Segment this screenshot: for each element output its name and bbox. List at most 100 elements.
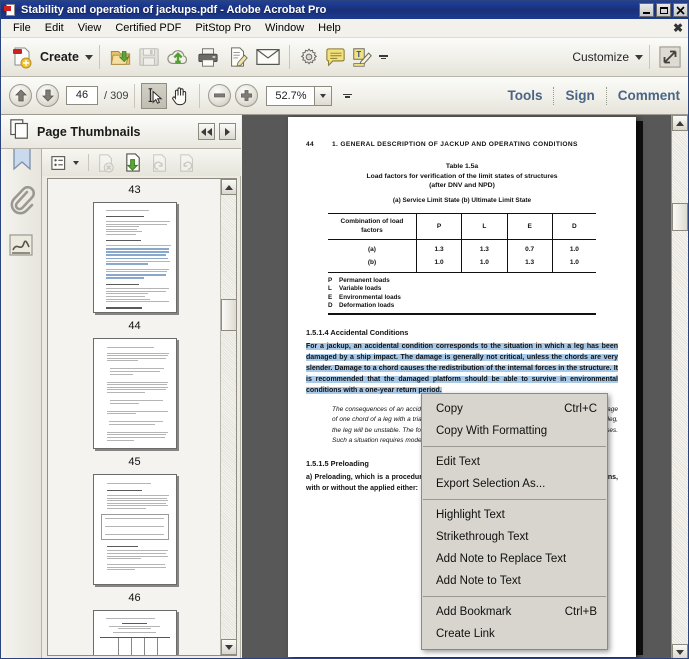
collapse-panel-button[interactable] xyxy=(198,123,215,140)
context-menu-item-copy[interactable]: Copy Ctrl+C xyxy=(422,398,607,420)
list-item[interactable]: 43 xyxy=(48,181,221,313)
thumbnail-image[interactable] xyxy=(92,474,177,585)
title-bar: Stability and operation of jackups.pdf -… xyxy=(1,1,688,19)
page-thumbnails-icon xyxy=(9,118,31,145)
sign-document-button[interactable] xyxy=(223,42,253,72)
rotate-ccw-button[interactable] xyxy=(148,152,172,174)
table-cell: 1.0 xyxy=(551,255,596,273)
create-label[interactable]: Create xyxy=(40,50,79,64)
customize-dropdown-icon[interactable] xyxy=(635,54,643,60)
page-total-label: / 309 xyxy=(104,89,129,102)
table-cell: 1.0 xyxy=(415,255,462,273)
selected-paragraph[interactable]: For a jackup, an accidental condition co… xyxy=(306,341,618,396)
options-dropdown-icon xyxy=(73,160,79,165)
list-item[interactable]: 45 xyxy=(48,453,221,585)
close-document-button[interactable]: ✖ xyxy=(673,22,683,34)
thumb-scrollbar-handle[interactable] xyxy=(221,299,236,331)
rail-item-signatures[interactable] xyxy=(1,223,42,268)
zoom-in-icon xyxy=(241,90,253,101)
more-tools-button[interactable] xyxy=(376,42,391,72)
create-pdf-button[interactable] xyxy=(7,42,37,72)
list-item[interactable]: 46 xyxy=(48,589,221,655)
open-file-icon xyxy=(110,51,131,65)
upload-cloud-button[interactable] xyxy=(163,42,193,72)
thumbnail-image[interactable] xyxy=(92,338,177,449)
email-button[interactable] xyxy=(253,42,283,72)
select-text-tool[interactable] xyxy=(141,82,168,109)
menu-help[interactable]: Help xyxy=(311,20,348,36)
thumbnail-scrollbar[interactable] xyxy=(220,179,236,655)
document-scrollbar[interactable] xyxy=(671,115,688,658)
zoom-level-input[interactable]: 52.7% xyxy=(266,85,316,106)
page-number-input[interactable]: 46 xyxy=(66,86,98,105)
context-menu-item-add-bookmark[interactable]: Add Bookmark Ctrl+B xyxy=(422,601,607,623)
sign-pane-button[interactable]: Sign xyxy=(554,88,605,103)
menu-view[interactable]: View xyxy=(71,20,109,36)
thumbnail-page-number: 46 xyxy=(128,592,141,604)
expand-panel-button[interactable] xyxy=(219,123,236,140)
table-row: (b) 1.0 1.0 1.3 1.0 xyxy=(328,255,596,273)
menu-item-label: Add Bookmark xyxy=(436,606,512,618)
context-menu-item-edit-text[interactable]: Edit Text xyxy=(422,451,607,473)
rail-item-attachments[interactable] xyxy=(1,178,42,223)
more-tools-icon xyxy=(378,55,388,59)
save-file-button[interactable] xyxy=(135,42,163,72)
context-menu-item-strikethrough-text[interactable]: Strikethrough Text xyxy=(422,526,607,548)
maximize-button[interactable] xyxy=(656,3,671,17)
nav-separator-2 xyxy=(199,83,201,108)
chevron-down-icon xyxy=(320,93,327,98)
create-dropdown-icon[interactable] xyxy=(84,54,93,60)
menu-file[interactable]: File xyxy=(6,20,38,36)
table-subcaption: (a) Service Limit State (b) Ultimate Lim… xyxy=(392,197,532,204)
scroll-up-button[interactable] xyxy=(672,115,688,131)
context-menu-item-highlight-text[interactable]: Highlight Text xyxy=(422,504,607,526)
list-item[interactable]: 44 xyxy=(48,317,221,449)
menu-certified-pdf[interactable]: Certified PDF xyxy=(108,20,188,36)
comment-button[interactable] xyxy=(322,42,349,72)
zoom-out-button[interactable] xyxy=(208,84,232,107)
hand-tool-button[interactable] xyxy=(167,81,193,111)
prev-page-icon xyxy=(14,89,27,102)
options-menu-button[interactable] xyxy=(50,152,80,174)
scrollbar-handle[interactable] xyxy=(672,203,688,231)
close-button[interactable] xyxy=(673,3,688,17)
next-page-button[interactable] xyxy=(36,84,59,107)
context-menu-item-export-selection-as[interactable]: Export Selection As... xyxy=(422,473,607,495)
print-button[interactable] xyxy=(193,42,223,72)
tools-pane-button[interactable]: Tools xyxy=(496,88,553,103)
thumbnail-image-selected[interactable] xyxy=(92,610,177,655)
customize-label[interactable]: Customize xyxy=(572,50,629,64)
table-row: (a) 1.3 1.3 0.7 1.0 xyxy=(328,239,596,256)
previous-page-button[interactable] xyxy=(9,84,32,107)
fullscreen-button[interactable] xyxy=(656,42,684,72)
settings-button[interactable] xyxy=(296,42,322,72)
thumbnail-list[interactable]: 43 44 45 46 xyxy=(47,178,237,656)
highlight-text-button[interactable]: T xyxy=(349,42,376,72)
extract-pages-button[interactable] xyxy=(121,152,145,174)
thumb-scroll-up-button[interactable] xyxy=(221,179,236,195)
menu-pitstop-pro[interactable]: PitStop Pro xyxy=(188,20,258,36)
open-file-button[interactable] xyxy=(106,42,135,72)
context-menu[interactable]: Copy Ctrl+C Copy With Formatting Edit Te… xyxy=(421,393,608,650)
scroll-down-button[interactable] xyxy=(672,644,688,658)
zoom-in-button[interactable] xyxy=(235,84,259,107)
menu-edit[interactable]: Edit xyxy=(38,20,71,36)
rotate-cw-button[interactable] xyxy=(175,152,199,174)
context-menu-item-create-link[interactable]: Create Link xyxy=(422,623,607,645)
delete-pages-button[interactable] xyxy=(94,152,118,174)
zoom-more-button[interactable] xyxy=(340,81,355,111)
thumb-scroll-down-button[interactable] xyxy=(221,639,236,655)
table-header-cell: P xyxy=(415,213,462,240)
comment-pane-button[interactable]: Comment xyxy=(607,88,684,103)
context-menu-item-add-note-to-replace-text[interactable]: Add Note to Replace Text xyxy=(422,548,607,570)
legend-row: E Environmental loads xyxy=(328,293,401,301)
menu-window[interactable]: Window xyxy=(258,20,311,36)
zoom-dropdown-button[interactable] xyxy=(315,85,333,106)
context-menu-item-copy-with-formatting[interactable]: Copy With Formatting xyxy=(422,420,607,442)
thumbnail-page-number: 45 xyxy=(128,456,141,468)
menu-item-label: Create Link xyxy=(436,628,495,640)
acrobat-window: Stability and operation of jackups.pdf -… xyxy=(0,0,689,659)
context-menu-item-add-note-to-text[interactable]: Add Note to Text xyxy=(422,570,607,592)
thumbnail-image[interactable] xyxy=(92,202,177,313)
minimize-button[interactable] xyxy=(639,3,654,17)
